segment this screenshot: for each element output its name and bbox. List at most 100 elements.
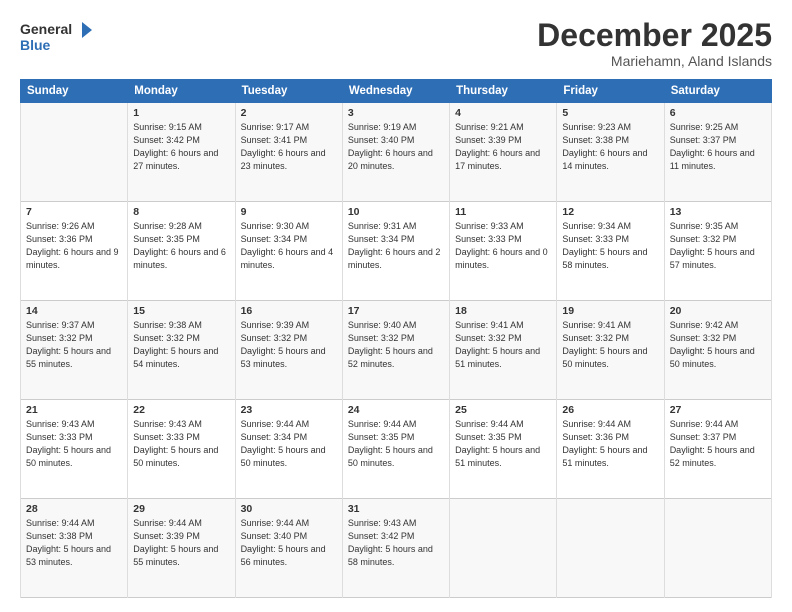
cell-info: Sunrise: 9:28 AMSunset: 3:35 PMDaylight:… [133,220,229,272]
calendar-cell: 16 Sunrise: 9:39 AMSunset: 3:32 PMDayligh… [235,301,342,400]
day-number: 2 [241,107,337,119]
day-number: 17 [348,305,444,317]
week-row-2: 7Sunrise: 9:26 AMSunset: 3:36 PMDaylight… [21,202,772,301]
cell-info: Sunrise: 9:39 AMSunset: 3:32 PMDaylight:… [241,319,337,371]
calendar-cell: 19 Sunrise: 9:41 AMSunset: 3:32 PMDayligh… [557,301,664,400]
day-number: 18 [455,305,551,317]
cell-info: Sunrise: 9:44 AMSunset: 3:37 PMDaylight:… [670,418,766,470]
col-header-saturday: Saturday [664,80,771,103]
day-number: 3 [348,107,444,119]
calendar-cell: 13 Sunrise: 9:35 AMSunset: 3:32 PMDayligh… [664,202,771,301]
day-number: 24 [348,404,444,416]
cell-info: Sunrise: 9:33 AMSunset: 3:33 PMDaylight:… [455,220,551,272]
week-row-5: 28 Sunrise: 9:44 AMSunset: 3:38 PMDayligh… [21,499,772,598]
col-header-sunday: Sunday [21,80,128,103]
cell-info: Sunrise: 9:44 AMSunset: 3:39 PMDaylight:… [133,517,229,569]
cell-info: Sunrise: 9:43 AMSunset: 3:42 PMDaylight:… [348,517,444,569]
cell-info: Sunrise: 9:21 AMSunset: 3:39 PMDaylight:… [455,121,551,173]
svg-text:Blue: Blue [20,37,51,53]
cell-info: Sunrise: 9:35 AMSunset: 3:32 PMDaylight:… [670,220,766,272]
calendar-cell: 8 Sunrise: 9:28 AMSunset: 3:35 PMDaylight… [128,202,235,301]
day-number: 11 [455,206,551,218]
location-subtitle: Mariehamn, Aland Islands [537,53,772,69]
day-number: 21 [26,404,122,416]
calendar-cell: 10Sunrise: 9:31 AMSunset: 3:34 PMDayligh… [342,202,449,301]
day-number: 25 [455,404,551,416]
calendar-cell: 2Sunrise: 9:17 AMSunset: 3:41 PMDaylight… [235,103,342,202]
cell-info: Sunrise: 9:42 AMSunset: 3:32 PMDaylight:… [670,319,766,371]
calendar-cell: 17 Sunrise: 9:40 AMSunset: 3:32 PMDayligh… [342,301,449,400]
cell-info: Sunrise: 9:40 AMSunset: 3:32 PMDaylight:… [348,319,444,371]
cell-info: Sunrise: 9:41 AMSunset: 3:32 PMDaylight:… [455,319,551,371]
header-row: SundayMondayTuesdayWednesdayThursdayFrid… [21,80,772,103]
calendar-cell [664,499,771,598]
logo: General Blue [20,18,100,58]
cell-info: Sunrise: 9:30 AMSunset: 3:34 PMDaylight:… [241,220,337,272]
calendar-cell: 29 Sunrise: 9:44 AMSunset: 3:39 PMDayligh… [128,499,235,598]
calendar-cell [557,499,664,598]
calendar-cell: 9 Sunrise: 9:30 AMSunset: 3:34 PMDaylight… [235,202,342,301]
calendar-cell: 27 Sunrise: 9:44 AMSunset: 3:37 PMDayligh… [664,400,771,499]
cell-info: Sunrise: 9:41 AMSunset: 3:32 PMDaylight:… [562,319,658,371]
cell-info: Sunrise: 9:44 AMSunset: 3:36 PMDaylight:… [562,418,658,470]
calendar-cell [450,499,557,598]
calendar-cell: 31Sunrise: 9:43 AMSunset: 3:42 PMDayligh… [342,499,449,598]
svg-text:General: General [20,21,72,37]
calendar-cell: 21 Sunrise: 9:43 AMSunset: 3:33 PMDayligh… [21,400,128,499]
calendar-cell: 22Sunrise: 9:43 AMSunset: 3:33 PMDayligh… [128,400,235,499]
cell-info: Sunrise: 9:23 AMSunset: 3:38 PMDaylight:… [562,121,658,173]
calendar-cell: 11 Sunrise: 9:33 AMSunset: 3:33 PMDayligh… [450,202,557,301]
day-number: 16 [241,305,337,317]
day-number: 13 [670,206,766,218]
cell-info: Sunrise: 9:44 AMSunset: 3:34 PMDaylight:… [241,418,337,470]
logo-svg: General Blue [20,18,100,58]
day-number: 30 [241,503,337,515]
col-header-monday: Monday [128,80,235,103]
day-number: 19 [562,305,658,317]
day-number: 1 [133,107,229,119]
day-number: 8 [133,206,229,218]
col-header-tuesday: Tuesday [235,80,342,103]
month-title: December 2025 [537,18,772,53]
week-row-4: 21 Sunrise: 9:43 AMSunset: 3:33 PMDayligh… [21,400,772,499]
calendar-cell: 24 Sunrise: 9:44 AMSunset: 3:35 PMDayligh… [342,400,449,499]
header: General Blue December 2025 Mariehamn, Al… [20,18,772,69]
day-number: 26 [562,404,658,416]
cell-info: Sunrise: 9:43 AMSunset: 3:33 PMDaylight:… [26,418,122,470]
calendar-cell: 26 Sunrise: 9:44 AMSunset: 3:36 PMDayligh… [557,400,664,499]
week-row-1: 1 Sunrise: 9:15 AMSunset: 3:42 PMDaylight… [21,103,772,202]
cell-info: Sunrise: 9:44 AMSunset: 3:40 PMDaylight:… [241,517,337,569]
cell-info: Sunrise: 9:44 AMSunset: 3:35 PMDaylight:… [455,418,551,470]
calendar-cell: 12Sunrise: 9:34 AMSunset: 3:33 PMDayligh… [557,202,664,301]
cell-info: Sunrise: 9:25 AMSunset: 3:37 PMDaylight:… [670,121,766,173]
col-header-friday: Friday [557,80,664,103]
col-header-thursday: Thursday [450,80,557,103]
cell-info: Sunrise: 9:37 AMSunset: 3:32 PMDaylight:… [26,319,122,371]
day-number: 15 [133,305,229,317]
day-number: 7 [26,206,122,218]
calendar-cell: 14 Sunrise: 9:37 AMSunset: 3:32 PMDayligh… [21,301,128,400]
day-number: 29 [133,503,229,515]
day-number: 10 [348,206,444,218]
day-number: 5 [562,107,658,119]
cell-info: Sunrise: 9:15 AMSunset: 3:42 PMDaylight:… [133,121,229,173]
calendar-cell: 3 Sunrise: 9:19 AMSunset: 3:40 PMDaylight… [342,103,449,202]
day-number: 6 [670,107,766,119]
calendar-cell: 15 Sunrise: 9:38 AMSunset: 3:32 PMDayligh… [128,301,235,400]
day-number: 27 [670,404,766,416]
day-number: 22 [133,404,229,416]
day-number: 9 [241,206,337,218]
day-number: 12 [562,206,658,218]
calendar-cell [21,103,128,202]
cell-info: Sunrise: 9:44 AMSunset: 3:35 PMDaylight:… [348,418,444,470]
day-number: 28 [26,503,122,515]
col-header-wednesday: Wednesday [342,80,449,103]
cell-info: Sunrise: 9:44 AMSunset: 3:38 PMDaylight:… [26,517,122,569]
calendar-cell: 7Sunrise: 9:26 AMSunset: 3:36 PMDaylight… [21,202,128,301]
calendar-cell: 23Sunrise: 9:44 AMSunset: 3:34 PMDayligh… [235,400,342,499]
cell-info: Sunrise: 9:38 AMSunset: 3:32 PMDaylight:… [133,319,229,371]
calendar-cell: 5 Sunrise: 9:23 AMSunset: 3:38 PMDaylight… [557,103,664,202]
day-number: 14 [26,305,122,317]
cell-info: Sunrise: 9:19 AMSunset: 3:40 PMDaylight:… [348,121,444,173]
calendar-cell: 18 Sunrise: 9:41 AMSunset: 3:32 PMDayligh… [450,301,557,400]
